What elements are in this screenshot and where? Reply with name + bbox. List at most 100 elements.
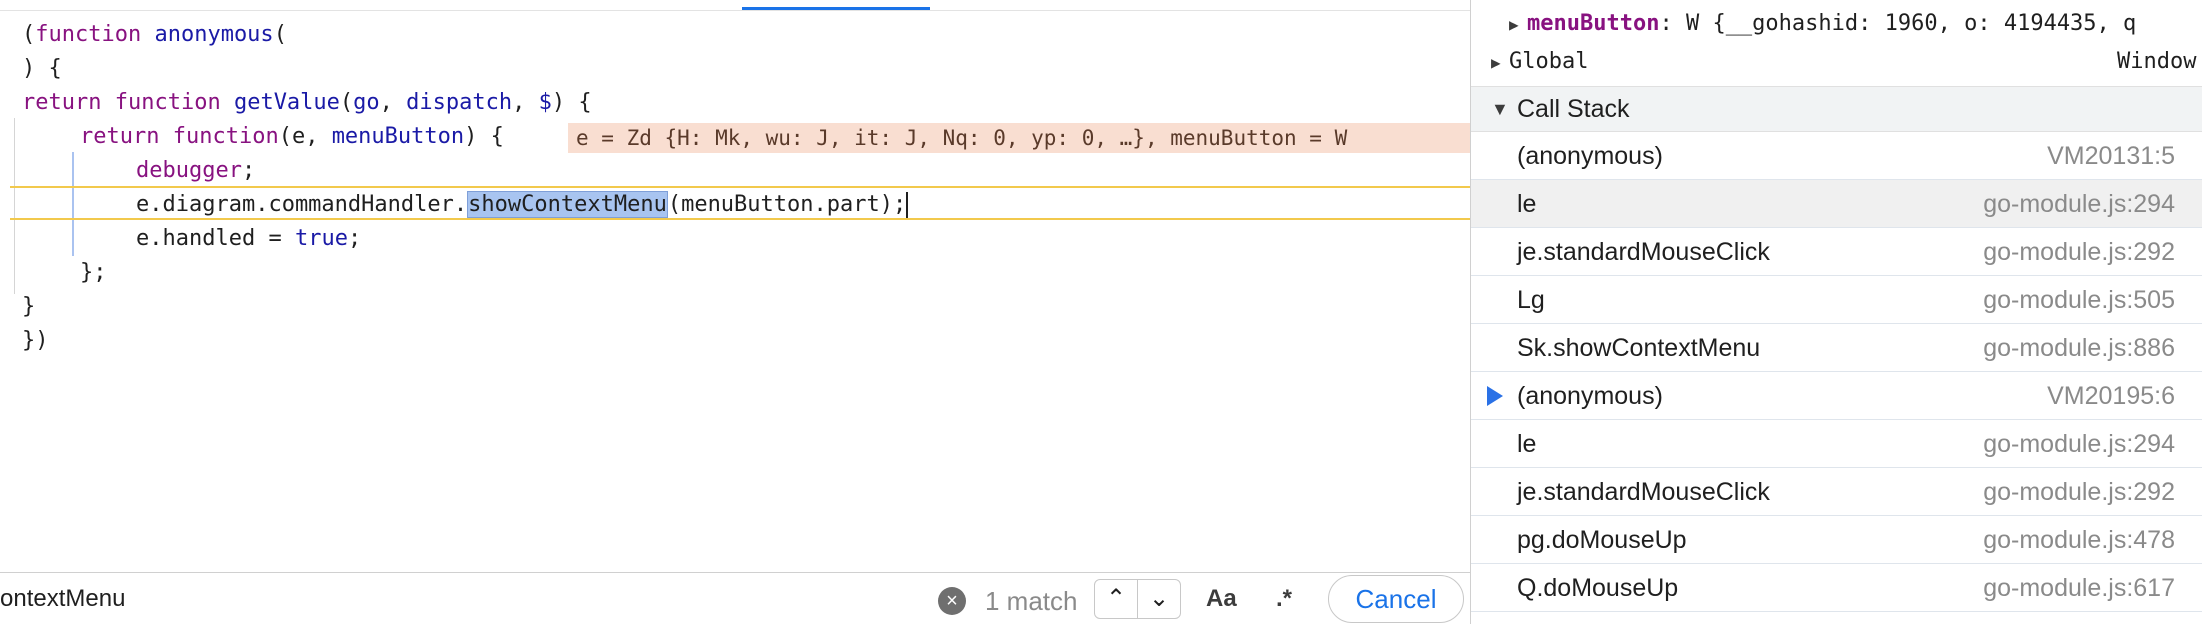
- code-function-name: anonymous: [154, 22, 274, 47]
- code-token: }): [22, 328, 49, 353]
- code-token: ,: [512, 90, 539, 115]
- call-frame[interactable]: le go-module.js:294: [1471, 180, 2202, 228]
- frame-name: je.standardMouseClick: [1517, 478, 1770, 506]
- previous-match-button[interactable]: ⌃: [1094, 579, 1138, 619]
- code-token: };: [80, 260, 107, 285]
- frame-name: (anonymous): [1517, 142, 1663, 170]
- code-line-4[interactable]: return function(e, menuButton) {: [80, 120, 504, 154]
- code-token: ;: [241, 158, 256, 183]
- frame-location: go-module.js:886: [1983, 334, 2175, 362]
- active-tab-indicator: [742, 7, 930, 10]
- code-keyword: return: [22, 90, 102, 115]
- frame-name: Sk.showContextMenu: [1517, 334, 1761, 362]
- frame-location: VM20131:5: [2047, 142, 2175, 170]
- code-line-1[interactable]: (function anonymous(: [22, 18, 287, 52]
- match-case-button[interactable]: Aa: [1206, 581, 1237, 617]
- call-frame[interactable]: (anonymous) VM20131:5: [1471, 132, 2202, 180]
- frame-location: go-module.js:478: [1983, 526, 2175, 554]
- match-count: 1 match: [985, 586, 1078, 616]
- code-token: (: [22, 22, 36, 47]
- call-frame[interactable]: pg.doMouseUp go-module.js:478: [1471, 516, 2202, 564]
- code-token: ) {: [551, 90, 592, 115]
- code-param: $: [538, 90, 552, 115]
- scope-variable-value: W {__gohashid: 1960, o: 4194435, q: [1685, 11, 2137, 36]
- frame-location: go-module.js:294: [1983, 190, 2175, 218]
- code-token: ,: [379, 90, 407, 115]
- text-cursor: [906, 192, 909, 218]
- code-token: (e,: [278, 124, 332, 149]
- call-frame[interactable]: je.standardMouseClick go-module.js:292: [1471, 228, 2202, 276]
- expand-triangle-icon[interactable]: ▶: [1491, 45, 1509, 81]
- code-line-9[interactable]: }: [22, 290, 35, 324]
- code-line-8[interactable]: };: [80, 256, 107, 290]
- chevron-up-icon: ⌃: [1105, 585, 1127, 612]
- code-line-6[interactable]: e.diagram.commandHandler.showContextMenu…: [136, 188, 909, 222]
- cancel-button[interactable]: Cancel: [1328, 575, 1464, 623]
- code-token: ) {: [22, 56, 62, 81]
- call-frame-current[interactable]: (anonymous) VM20195:6: [1471, 372, 2202, 420]
- search-bar: × 1 match ⌃ ⌄ Aa .* Cancel: [0, 572, 1470, 624]
- code-token: (menuButton.part);: [667, 192, 907, 217]
- clear-search-icon[interactable]: ×: [938, 587, 966, 615]
- code-literal: true: [294, 226, 348, 251]
- code-editor[interactable]: (function anonymous( ) { return function…: [0, 0, 1470, 624]
- frame-name: pg.doMouseUp: [1517, 526, 1687, 554]
- code-token: ;: [347, 226, 362, 251]
- next-match-button[interactable]: ⌄: [1137, 579, 1181, 619]
- code-param: go: [353, 90, 380, 115]
- code-token: (: [273, 22, 287, 47]
- current-frame-arrow-icon: [1487, 386, 1503, 406]
- frame-name: (anonymous): [1517, 382, 1663, 410]
- call-stack-title: Call Stack: [1517, 95, 1630, 123]
- frame-name: Q.doMouseUp: [1517, 574, 1679, 602]
- frame-name: je.standardMouseClick: [1517, 238, 1770, 266]
- expand-triangle-icon[interactable]: ▶: [1509, 7, 1527, 43]
- code-token: (: [339, 90, 354, 115]
- code-keyword: function: [172, 124, 279, 149]
- regex-button[interactable]: .*: [1276, 581, 1292, 617]
- code-line-2[interactable]: ) {: [22, 52, 62, 86]
- scope-global[interactable]: ▶ Global Window: [1471, 44, 2202, 80]
- frame-location: go-module.js:292: [1983, 478, 2175, 506]
- call-frame[interactable]: je.standardMouseClick go-module.js:292: [1471, 468, 2202, 516]
- call-frame[interactable]: Q.doMouseUp go-module.js:617: [1471, 564, 2202, 612]
- scope-global-label: Global: [1509, 49, 1589, 74]
- code-param: dispatch: [406, 90, 513, 115]
- code-param: menuButton: [331, 124, 465, 149]
- code-keyword: debugger: [136, 158, 242, 183]
- code-function-name: getValue: [233, 90, 340, 115]
- code-token: ) {: [464, 124, 504, 149]
- frame-location: go-module.js:294: [1983, 430, 2175, 458]
- code-line-5[interactable]: debugger;: [136, 154, 255, 188]
- code-line-10[interactable]: }): [22, 324, 49, 358]
- call-stack-header[interactable]: ▼ Call Stack: [1471, 86, 2202, 132]
- editor-tab-strip: [0, 0, 1470, 11]
- frame-name: le: [1517, 190, 1537, 218]
- scope-global-value: Window: [2117, 49, 2197, 74]
- call-frame[interactable]: le go-module.js:294: [1471, 420, 2202, 468]
- code-keyword: function: [114, 90, 221, 115]
- scope-variable-name: menuButton: [1527, 11, 1660, 36]
- debugger-sidebar: ▶ menuButton: W {__gohashid: 1960, o: 419…: [1470, 0, 2202, 624]
- code-keyword: function: [35, 22, 142, 47]
- code-line-7[interactable]: e.handled = true;: [136, 222, 361, 256]
- frame-name: Lg: [1517, 286, 1545, 314]
- search-input[interactable]: [0, 577, 1090, 621]
- scope-variable-menuButton[interactable]: ▶ menuButton: W {__gohashid: 1960, o: 419…: [1471, 6, 2202, 42]
- collapse-triangle-icon[interactable]: ▼: [1491, 87, 1509, 131]
- call-frame[interactable]: Sk.showContextMenu go-module.js:886: [1471, 324, 2202, 372]
- code-line-3[interactable]: return function getValue(go, dispatch, $…: [22, 86, 592, 120]
- frame-location: go-module.js:617: [1983, 574, 2175, 602]
- call-frame[interactable]: Lg go-module.js:505: [1471, 276, 2202, 324]
- code-keyword: return: [80, 124, 160, 149]
- frame-location: go-module.js:292: [1983, 238, 2175, 266]
- code-token: e.handled =: [136, 226, 295, 251]
- frame-location: VM20195:6: [2047, 382, 2175, 410]
- chevron-down-icon: ⌄: [1148, 585, 1170, 612]
- frame-location: go-module.js:505: [1983, 286, 2175, 314]
- inline-variable-values[interactable]: e = Zd {H: Mk, wu: J, it: J, Nq: 0, yp: …: [568, 123, 1470, 153]
